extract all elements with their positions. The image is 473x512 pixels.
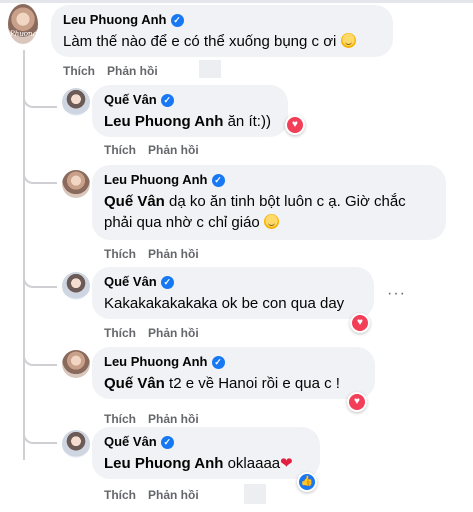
smiling-face-emoji — [340, 33, 356, 48]
comment-text: Quế Vân dạ ko ăn tinh bột luôn c ạ. Giờ … — [104, 193, 406, 231]
avatar-que-van[interactable] — [62, 430, 90, 458]
avatar-leu-phuong-anh[interactable] — [62, 350, 90, 378]
love-reaction-icon: ♥ — [349, 394, 365, 410]
avatar-que-van[interactable] — [62, 272, 90, 300]
verified-badge-icon: ✓ — [211, 355, 225, 369]
avatar-que-van[interactable] — [62, 88, 90, 116]
avatar-leu-phuong-anh[interactable]: Phương — [8, 4, 38, 44]
comment-bubble: Leu Phuong Anh ✓ Làm thế nào để e có thể… — [51, 5, 393, 57]
like-action[interactable]: Thích — [104, 487, 136, 503]
time-placeholder — [199, 60, 221, 78]
mention-link[interactable]: Leu Phuong Anh — [104, 455, 223, 472]
reaction-count[interactable]: 👍 — [297, 472, 317, 492]
verified-badge-icon: ✓ — [211, 173, 225, 187]
verified-badge-icon: ✓ — [170, 13, 184, 27]
reaction-count[interactable]: ♥ — [350, 313, 370, 333]
avatar-leu-phuong-anh[interactable] — [62, 170, 90, 198]
smiling-face-emoji — [263, 214, 279, 229]
thread-connector — [23, 90, 57, 108]
mention-link[interactable]: Leu Phuong Anh — [104, 113, 223, 130]
comment-text: Leu Phuong Anh ăn ít:)) — [104, 113, 271, 130]
thread-connector — [23, 344, 57, 366]
love-reaction-icon: ♥ — [352, 315, 368, 331]
comment-actions: Thích Phản hồi — [63, 63, 158, 79]
comment-text: Quế Vân t2 e về Hanoi rồi e qua c ! — [104, 375, 340, 392]
reply-action[interactable]: Phản hồi — [148, 487, 199, 503]
comment-bubble: Leu Phuong Anh ✓ Quế Vân t2 e về Hanoi r… — [92, 347, 375, 399]
mention-link[interactable]: Quế Vân — [104, 375, 165, 392]
verified-badge-icon: ✓ — [160, 93, 174, 107]
comment-text: Leu Phuong Anh oklaaaa❤ — [104, 455, 293, 472]
comment-author[interactable]: Quế Vân — [104, 274, 157, 290]
reply-action[interactable]: Phản hồi — [148, 411, 199, 427]
like-action[interactable]: Thích — [63, 63, 95, 79]
thread-connector — [23, 420, 57, 444]
comment-bubble: Quế Vân ✓ Leu Phuong Anh ăn ít:)) — [92, 85, 288, 137]
comment-bubble: Leu Phuong Anh ✓ Quế Vân dạ ko ăn tinh b… — [92, 165, 446, 240]
comment-author[interactable]: Leu Phuong Anh — [63, 12, 167, 28]
comment-bubble: Quế Vân ✓ Leu Phuong Anh oklaaaa❤ — [92, 427, 320, 479]
avatar-caption: Phương — [10, 30, 37, 38]
comment-actions: Thích Phản hồi — [104, 487, 199, 503]
comment-actions: Thích Phản hồi — [104, 325, 199, 341]
thread-connector — [23, 266, 57, 288]
more-options-icon[interactable]: ··· — [387, 285, 406, 303]
like-reaction-icon: 👍 — [299, 474, 315, 490]
comment-bubble: Quế Vân ✓ Kakakakakakaka ok be con qua d… — [92, 267, 374, 319]
comment-author[interactable]: Leu Phuong Anh — [104, 354, 208, 370]
red-heart-emoji: ❤ — [280, 455, 293, 472]
comment-author[interactable]: Quế Vân — [104, 92, 157, 108]
like-action[interactable]: Thích — [104, 325, 136, 341]
reply-action[interactable]: Phản hồi — [107, 63, 158, 79]
verified-badge-icon: ✓ — [160, 435, 174, 449]
like-action[interactable]: Thích — [104, 246, 136, 262]
comment-text: Làm thế nào để e có thể xuống bụng c ơi — [63, 31, 381, 52]
love-reaction-icon: ♥ — [287, 117, 303, 133]
verified-badge-icon: ✓ — [160, 275, 174, 289]
comment-actions: Thích Phản hồi — [104, 411, 199, 427]
comment-author[interactable]: Quế Vân — [104, 434, 157, 450]
thread-connector — [23, 162, 57, 184]
comment-author[interactable]: Leu Phuong Anh — [104, 172, 208, 188]
reaction-count[interactable]: ♥ — [285, 115, 305, 135]
like-action[interactable]: Thích — [104, 142, 136, 158]
comment-actions: Thích Phản hồi — [104, 246, 199, 262]
reply-action[interactable]: Phản hồi — [148, 246, 199, 262]
comment-text: Kakakakakakaka ok be con qua day — [104, 295, 345, 312]
reply-action[interactable]: Phản hồi — [148, 325, 199, 341]
comment-actions: Thích Phản hồi — [104, 142, 199, 158]
like-action[interactable]: Thích — [104, 411, 136, 427]
top-divider — [0, 0, 473, 3]
time-placeholder — [244, 484, 266, 504]
mention-link[interactable]: Quế Vân — [104, 193, 165, 210]
reaction-count[interactable]: ♥ — [347, 392, 367, 412]
thread-line — [23, 50, 25, 460]
reply-action[interactable]: Phản hồi — [148, 142, 199, 158]
